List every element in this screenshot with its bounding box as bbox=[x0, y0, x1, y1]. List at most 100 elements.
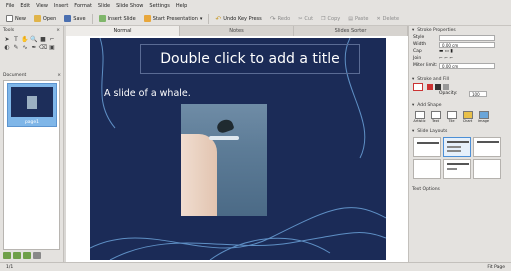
chart-icon bbox=[462, 111, 473, 119]
menu-slide[interactable]: Slide bbox=[98, 3, 110, 9]
gradient-tool-icon[interactable]: ◐ bbox=[3, 44, 11, 51]
add-slide-icon[interactable] bbox=[3, 252, 11, 259]
opacity-row: Opacity: 100 bbox=[409, 90, 511, 97]
chart-shape-button[interactable]: Chart bbox=[461, 111, 474, 123]
pattern-fill-icon[interactable] bbox=[443, 83, 449, 90]
copy-button[interactable]: ❐ Copy bbox=[319, 16, 342, 22]
tile-icon bbox=[446, 111, 457, 119]
new-button[interactable]: New bbox=[4, 15, 28, 22]
layout-blank-1[interactable] bbox=[413, 159, 441, 179]
move-down-icon[interactable] bbox=[23, 252, 31, 259]
expand-icon[interactable]: ▾ bbox=[412, 28, 414, 33]
toolbar-separator bbox=[91, 13, 93, 24]
remove-slide-icon[interactable] bbox=[33, 252, 41, 259]
slide-body-text[interactable]: A slide of a whale. bbox=[104, 88, 191, 99]
text-shape-button[interactable]: Text bbox=[429, 111, 442, 123]
tab-notes[interactable]: Notes bbox=[180, 26, 294, 36]
undo-button[interactable]: ↶ Undo Key Press bbox=[213, 15, 263, 23]
solid-fill-icon[interactable] bbox=[435, 83, 441, 90]
insert-slide-button[interactable]: Insert Slide bbox=[97, 15, 138, 22]
stroke-properties-title: ▾ Stroke Properties bbox=[412, 27, 456, 33]
tab-slides-sorter[interactable]: Slides Sorter bbox=[294, 26, 408, 36]
menu-edit[interactable]: Edit bbox=[20, 3, 30, 9]
cut-icon: ✂ bbox=[298, 15, 303, 22]
menu-help[interactable]: Help bbox=[176, 3, 187, 9]
left-dock: Tools × ➤ T ✋ 🔍 ■ ⌐ ◐ ✎ ∿ ✒ ⌫ ▣ Document ×… bbox=[0, 26, 64, 262]
tools-title: Tools × bbox=[3, 27, 60, 33]
width-row: Width 0.00 cm bbox=[409, 41, 511, 48]
text-tool-icon[interactable]: T bbox=[12, 36, 20, 43]
layout-blank-2[interactable] bbox=[473, 159, 501, 179]
no-fill-icon[interactable] bbox=[413, 82, 423, 91]
shape-strip: Artistic Text Tile Chart Image bbox=[409, 109, 511, 125]
cut-button[interactable]: ✂ Cut bbox=[296, 16, 315, 22]
status-bar: 1/1 Fit Page bbox=[0, 262, 511, 271]
zoom-select[interactable]: Fit Page bbox=[487, 265, 505, 270]
title-placeholder[interactable]: Double click to add a title bbox=[140, 44, 360, 74]
calligraphy-tool-icon[interactable]: ✒ bbox=[30, 44, 38, 51]
menu-format[interactable]: Format bbox=[74, 3, 92, 9]
zoom-tool-icon[interactable]: 🔍 bbox=[30, 36, 38, 43]
menu-view[interactable]: View bbox=[36, 3, 48, 9]
menu-settings[interactable]: Settings bbox=[149, 3, 170, 9]
document-controls bbox=[3, 252, 41, 259]
toolbar-separator bbox=[208, 13, 210, 24]
slide-list: page1 bbox=[3, 80, 60, 250]
join-style-icons[interactable]: ⌐ ⌐ ⌐ bbox=[439, 56, 453, 61]
document-title: Document × bbox=[3, 72, 61, 78]
width-input[interactable]: 0.00 cm bbox=[439, 41, 495, 48]
select-tool-icon[interactable]: ➤ bbox=[3, 36, 11, 43]
menu-bar: File Edit View Insert Format Slide Slide… bbox=[0, 0, 511, 12]
layout-title-content[interactable] bbox=[443, 137, 471, 157]
fill-color-icon[interactable] bbox=[427, 83, 433, 90]
artistic-shape-button[interactable]: Artistic bbox=[413, 111, 426, 123]
expand-icon[interactable]: ▾ bbox=[412, 103, 414, 108]
cap-style-icons[interactable]: ▬ ▭ ▮ bbox=[439, 49, 453, 54]
move-up-icon[interactable] bbox=[13, 252, 21, 259]
folder-icon bbox=[33, 15, 41, 22]
menu-insert[interactable]: Insert bbox=[54, 3, 68, 9]
delete-button[interactable]: ✕ Delete bbox=[374, 16, 401, 22]
eraser-tool-icon[interactable]: ⌫ bbox=[39, 44, 47, 51]
image-shape-button[interactable]: Image bbox=[477, 111, 490, 123]
opacity-input[interactable]: 100 bbox=[469, 90, 487, 97]
connector-tool-icon[interactable]: ⌐ bbox=[48, 36, 56, 43]
tab-normal[interactable]: Normal bbox=[66, 26, 180, 36]
presentation-icon bbox=[143, 15, 151, 22]
menu-slide-show[interactable]: Slide Show bbox=[116, 3, 143, 9]
pencil-tool-icon[interactable]: ✎ bbox=[12, 44, 20, 51]
cap-row: Cap ▬ ▭ ▮ bbox=[413, 49, 453, 54]
start-presentation-button[interactable]: Start Presentation ▾ bbox=[142, 15, 205, 22]
image-tool-icon[interactable]: ▣ bbox=[48, 44, 56, 51]
paste-button[interactable]: ▤ Paste bbox=[346, 16, 370, 22]
canvas-area[interactable]: Double click to add a title A slide of a… bbox=[66, 36, 408, 262]
pan-tool-icon[interactable]: ✋ bbox=[21, 36, 29, 43]
layout-two-content[interactable] bbox=[473, 137, 501, 157]
layout-bullets[interactable] bbox=[443, 159, 471, 179]
slide-thumbnail[interactable]: page1 bbox=[7, 83, 57, 127]
style-select[interactable] bbox=[439, 34, 495, 41]
expand-icon[interactable]: ▾ bbox=[412, 129, 414, 134]
miter-row: Miter limit: 0.00 cm bbox=[409, 62, 511, 69]
layout-title-only[interactable] bbox=[413, 137, 441, 157]
slide-layouts-title: ▾ Slide Layouts bbox=[412, 128, 448, 134]
view-tabs: Normal Notes Slides Sorter bbox=[66, 26, 408, 36]
save-button[interactable]: Save bbox=[62, 15, 87, 22]
close-icon[interactable]: × bbox=[57, 73, 61, 78]
slide-thumbnail-preview bbox=[11, 87, 53, 117]
copy-icon: ❐ bbox=[321, 15, 326, 22]
expand-icon[interactable]: ▾ bbox=[412, 77, 414, 82]
path-tool-icon[interactable]: ∿ bbox=[21, 44, 29, 51]
redo-button[interactable]: ↷ Redo bbox=[268, 15, 292, 23]
right-dock: ▾ Stroke Properties Style Width 0.00 cm Ca… bbox=[408, 26, 511, 262]
shape-tool-icon[interactable]: ■ bbox=[39, 36, 47, 43]
miter-input[interactable]: 0.00 cm bbox=[439, 62, 495, 69]
tile-shape-button[interactable]: Tile bbox=[445, 111, 458, 123]
whale-image[interactable] bbox=[181, 104, 267, 216]
menu-file[interactable]: File bbox=[6, 3, 14, 9]
slide-canvas[interactable]: Double click to add a title A slide of a… bbox=[90, 38, 386, 260]
open-button[interactable]: Open bbox=[32, 15, 58, 22]
close-icon[interactable]: × bbox=[56, 28, 60, 33]
redo-icon: ↷ bbox=[269, 14, 276, 23]
insert-slide-icon bbox=[98, 15, 106, 22]
